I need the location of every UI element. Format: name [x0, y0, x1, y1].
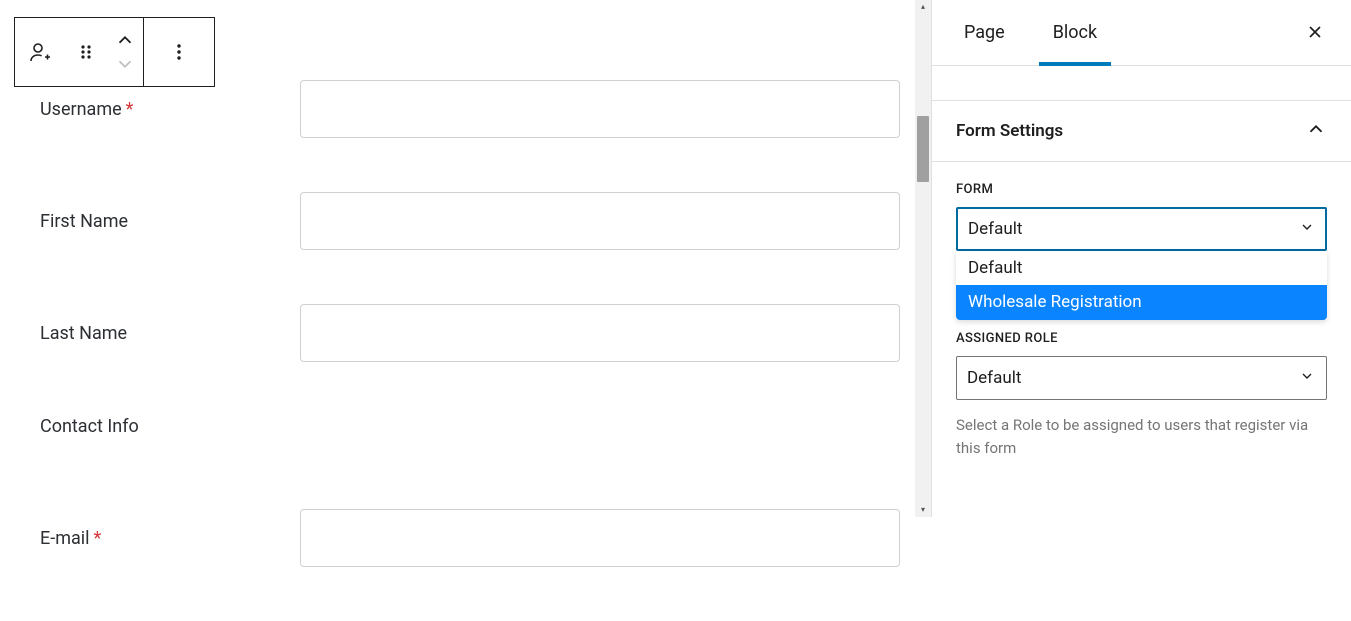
close-icon — [1305, 22, 1325, 42]
field-row-username: Username* — [40, 80, 900, 138]
drag-handle-icon — [74, 40, 98, 64]
editor-canvas: Username* First Name Last Name Contact I… — [0, 0, 915, 517]
move-down-button[interactable] — [114, 52, 136, 76]
scroll-up-arrow[interactable]: ▴ — [915, 0, 931, 14]
firstname-input[interactable] — [300, 192, 900, 250]
more-vertical-icon — [167, 40, 191, 64]
assigned-role-value: Default — [967, 368, 1021, 388]
scroll-down-arrow[interactable]: ▾ — [915, 503, 931, 517]
settings-sidebar: Page Block Form Settings FORM Default De… — [931, 0, 1351, 517]
field-label: First Name — [40, 211, 300, 232]
email-input[interactable] — [300, 509, 900, 567]
form-select-label: FORM — [956, 182, 1327, 197]
assigned-role-help: Select a Role to be assigned to users th… — [956, 414, 1327, 461]
form-option-wholesale[interactable]: Wholesale Registration — [956, 285, 1327, 319]
panel-toggle-form-settings[interactable]: Form Settings — [932, 100, 1351, 162]
tab-block[interactable]: Block — [1039, 0, 1111, 65]
field-label: E-mail* — [40, 528, 300, 549]
block-toolbar — [14, 17, 215, 87]
lastname-input[interactable] — [300, 304, 900, 362]
chevron-up-icon — [1305, 118, 1327, 144]
panel-title: Form Settings — [956, 121, 1063, 141]
username-input[interactable] — [300, 80, 900, 138]
field-label: Username* — [40, 99, 300, 120]
field-row-lastname: Last Name — [40, 304, 900, 362]
field-row-contactinfo: Contact Info — [40, 416, 900, 437]
more-options-button[interactable] — [144, 18, 214, 86]
chevron-up-icon — [114, 29, 136, 51]
field-row-email: E-mail* — [40, 509, 900, 567]
chevron-down-icon — [114, 53, 136, 75]
field-row-firstname: First Name — [40, 192, 900, 250]
scrollbar-thumb[interactable] — [917, 116, 929, 182]
required-asterisk: * — [94, 528, 102, 549]
assigned-role-label: ASSIGNED ROLE — [956, 331, 1327, 346]
editor-scrollbar[interactable]: ▴ ▾ — [915, 0, 931, 517]
sidebar-tabs: Page Block — [932, 0, 1351, 66]
form-option-default[interactable]: Default — [956, 251, 1327, 285]
section-heading-label: Contact Info — [40, 416, 300, 437]
tab-page[interactable]: Page — [950, 0, 1019, 65]
form-select-value: Default — [968, 219, 1022, 239]
user-plus-icon — [28, 40, 52, 64]
form-fields: Username* First Name Last Name Contact I… — [40, 80, 900, 621]
move-up-button[interactable] — [114, 28, 136, 52]
required-asterisk: * — [126, 99, 134, 120]
form-select-dropdown: Default Wholesale Registration — [956, 251, 1327, 320]
assigned-role-select[interactable]: Default — [956, 356, 1327, 400]
close-sidebar-button[interactable] — [1303, 20, 1327, 44]
form-select[interactable]: Default Default Wholesale Registration — [956, 207, 1327, 251]
block-icon-button[interactable] — [15, 18, 65, 86]
panel-body: FORM Default Default Wholesale Registrat… — [932, 162, 1351, 471]
drag-handle-button[interactable] — [65, 18, 107, 86]
field-label: Last Name — [40, 323, 300, 344]
